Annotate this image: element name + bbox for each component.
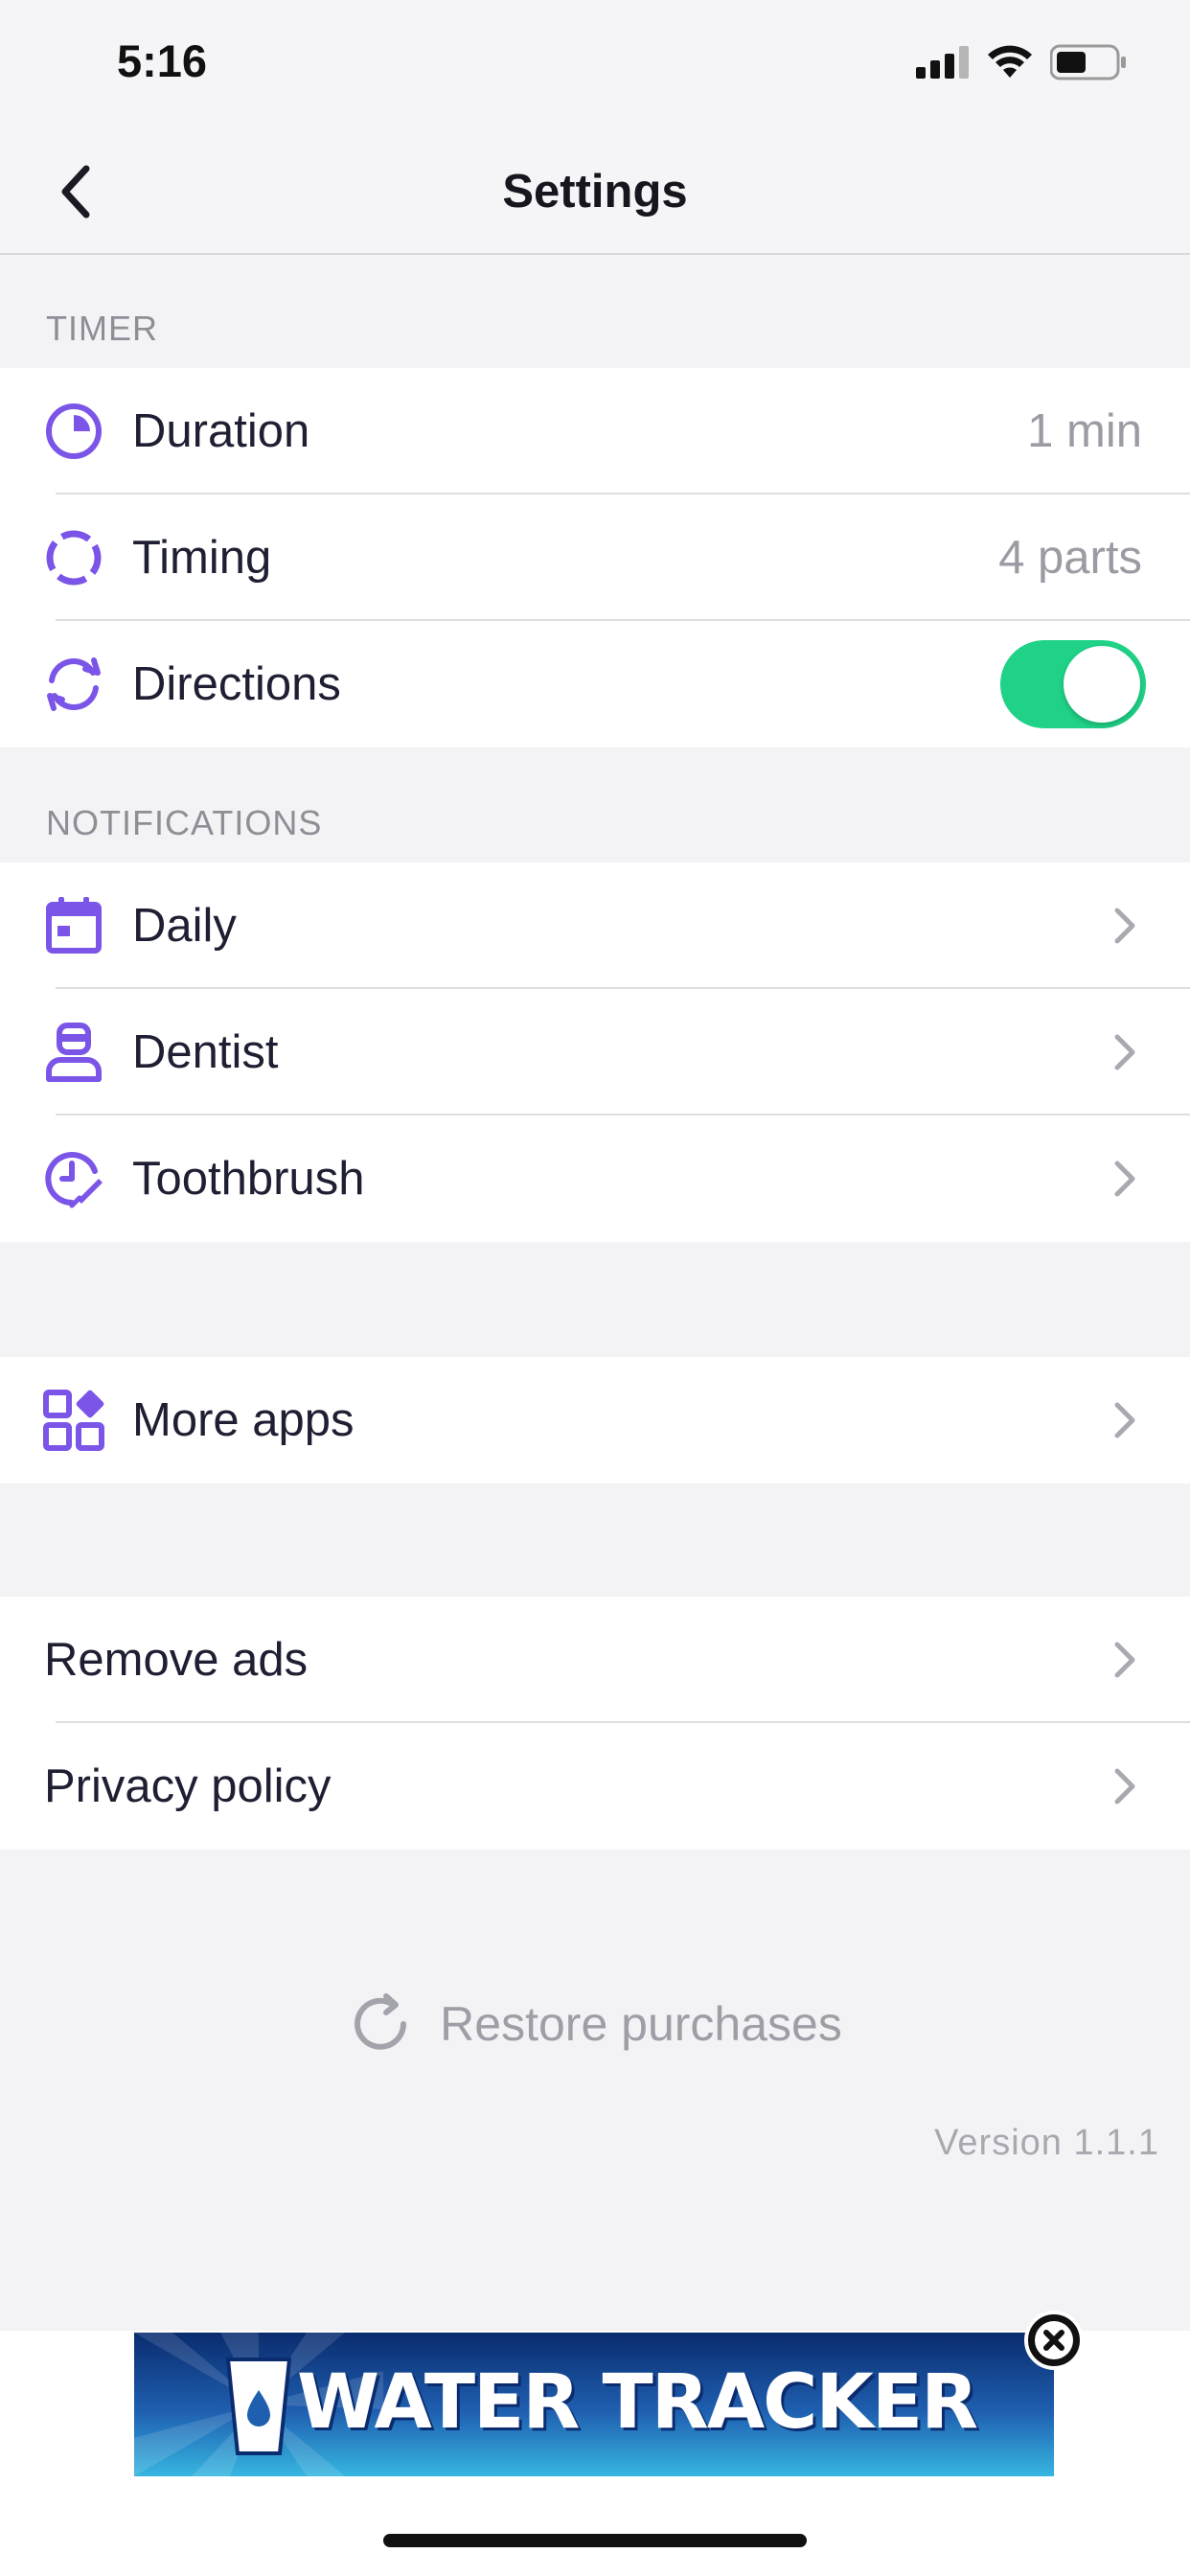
water-glass-icon	[225, 2358, 292, 2455]
notifications-group: Daily Dentist Toothbrush	[0, 862, 1190, 1242]
restore-purchases-label: Restore purchases	[440, 1997, 842, 2051]
misc-group: Remove ads Privacy policy	[0, 1597, 1190, 1850]
chevron-right-icon	[1114, 1161, 1135, 1197]
daily-label: Daily	[132, 900, 237, 952]
version-label: Version 1.1.1	[934, 2123, 1159, 2163]
toggle-knob	[1064, 646, 1140, 723]
restore-icon	[355, 1993, 407, 2050]
more-apps-row[interactable]: More apps	[0, 1357, 1190, 1484]
page-title: Settings	[502, 166, 688, 218]
timer-section-header: TIMER	[46, 309, 158, 348]
more-apps-label: More apps	[132, 1394, 355, 1446]
dentist-label: Dentist	[132, 1026, 279, 1078]
home-indicator	[383, 2534, 807, 2547]
privacy-policy-label: Privacy policy	[44, 1760, 332, 1812]
calendar-icon	[40, 892, 107, 959]
directions-toggle[interactable]	[1000, 640, 1146, 728]
notifications-section-header: NOTIFICATIONS	[46, 803, 323, 842]
dentist-row[interactable]: Dentist	[0, 989, 1190, 1116]
ad-banner[interactable]: WATER TRACKER	[134, 2333, 1054, 2476]
directions-row: Directions	[0, 621, 1190, 748]
toothbrush-label: Toothbrush	[132, 1153, 365, 1205]
ad-text: WATER TRACKER	[297, 2359, 978, 2446]
duration-value: 1 min	[1027, 405, 1142, 457]
directions-label: Directions	[132, 658, 341, 710]
close-icon	[1024, 2311, 1084, 2370]
more-apps-group: More apps	[0, 1357, 1190, 1484]
timer-group: Duration 1 min Timing 4 parts Directions	[0, 368, 1190, 748]
status-bar: 5:16	[0, 0, 1190, 134]
chevron-right-icon	[1114, 1642, 1135, 1678]
timing-value: 4 parts	[998, 532, 1142, 584]
privacy-policy-row[interactable]: Privacy policy	[0, 1723, 1190, 1850]
timing-row[interactable]: Timing 4 parts	[0, 494, 1190, 621]
toothbrush-row[interactable]: Toothbrush	[0, 1116, 1190, 1242]
duration-label: Duration	[132, 405, 310, 457]
remove-ads-label: Remove ads	[44, 1634, 309, 1686]
status-time: 5:16	[117, 35, 208, 86]
daily-row[interactable]: Daily	[0, 862, 1190, 989]
duration-row[interactable]: Duration 1 min	[0, 368, 1190, 494]
apps-grid-icon	[40, 1387, 107, 1454]
chevron-right-icon	[1114, 1768, 1135, 1805]
chevron-right-icon	[1114, 1402, 1135, 1438]
battery-icon	[1050, 44, 1126, 80]
wifi-icon	[988, 45, 1032, 78]
remove-ads-row[interactable]: Remove ads	[0, 1597, 1190, 1723]
cellular-signal-icon	[916, 46, 969, 79]
status-icons	[916, 44, 1127, 80]
toothbrush-clock-icon	[40, 1145, 107, 1212]
timing-label: Timing	[132, 532, 272, 584]
ad-close-button[interactable]	[1023, 2310, 1085, 2371]
dentist-icon	[40, 1019, 107, 1086]
chevron-right-icon	[1114, 908, 1135, 944]
navigation-bar: Settings	[0, 134, 1190, 255]
restore-purchases-button[interactable]: Restore purchases	[0, 1986, 1190, 2062]
segmented-circle-icon	[40, 524, 107, 591]
chevron-right-icon	[1114, 1034, 1135, 1070]
pie-clock-icon	[40, 398, 107, 465]
refresh-arrows-icon	[40, 651, 107, 718]
